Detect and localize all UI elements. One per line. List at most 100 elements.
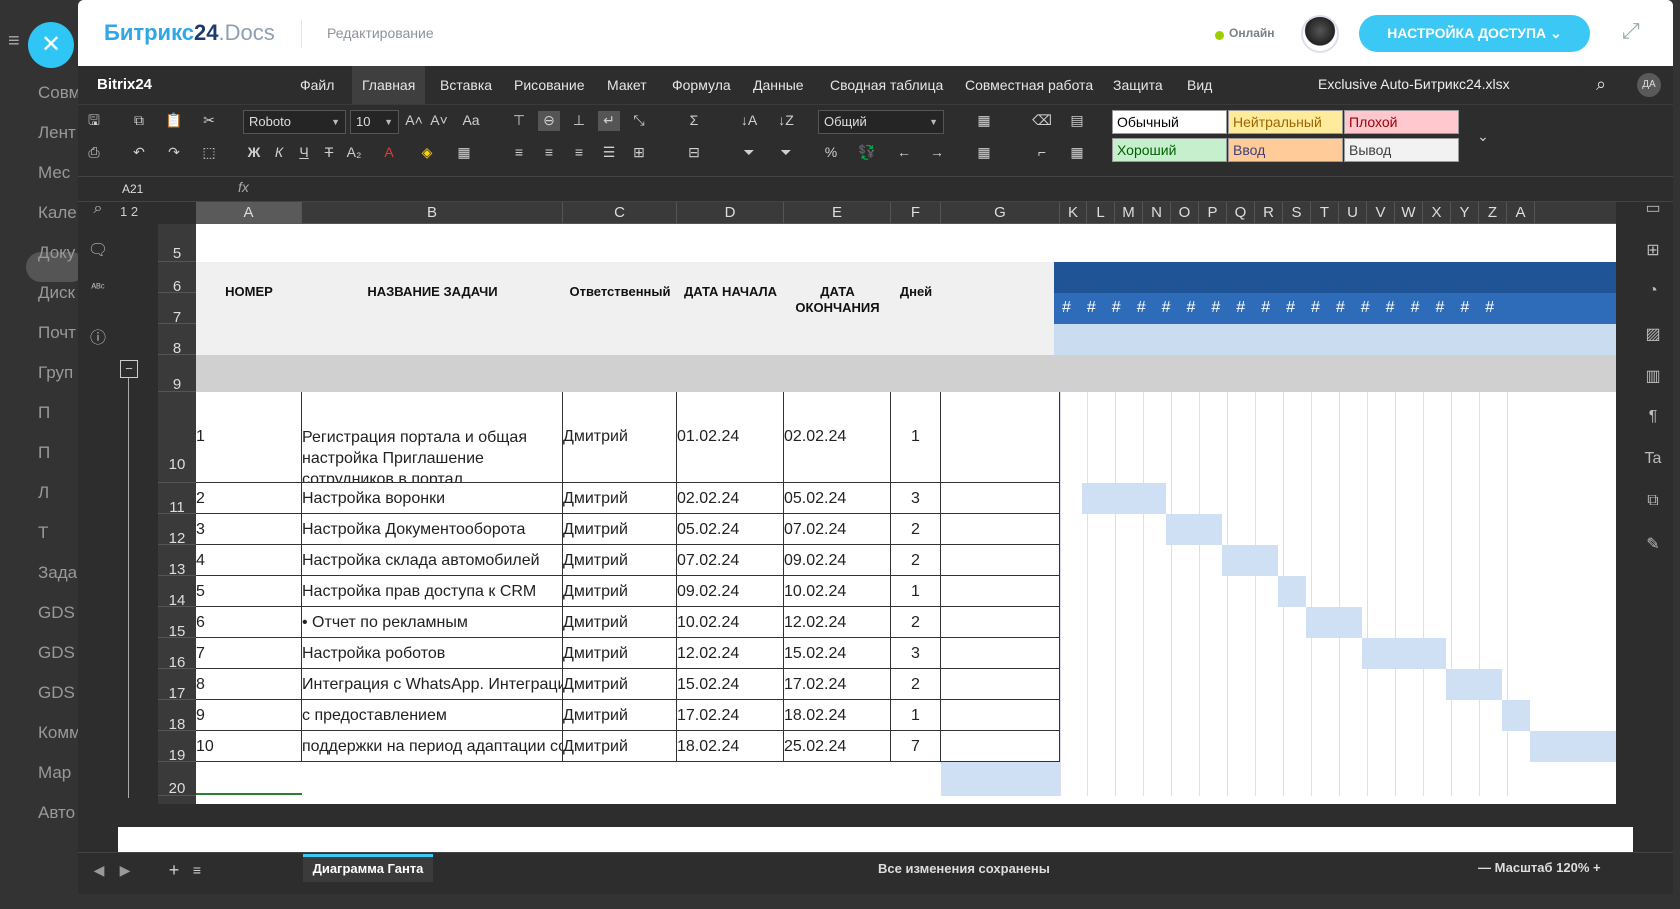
cell-r1-c3[interactable]: Дмитрий <box>563 392 677 483</box>
decrease-decimal-icon[interactable]: ← <box>893 143 915 163</box>
image-settings-icon[interactable]: ▨ <box>1642 324 1664 344</box>
save-icon[interactable]: 🖫 <box>83 111 105 131</box>
sort-desc-icon[interactable]: ↓Z <box>775 111 797 131</box>
column-header-P[interactable]: P <box>1199 202 1227 224</box>
next-sheet-icon[interactable]: ▶ <box>114 861 136 881</box>
cell-r7-g[interactable] <box>941 638 1060 669</box>
decrease-font-icon[interactable]: A˅ <box>428 111 450 131</box>
user-avatar[interactable]: ДА <box>1637 73 1661 97</box>
sheet-grid[interactable]: ################## НОМЕР НАЗВАНИЕ ЗАДАЧИ От… <box>196 224 1616 804</box>
column-header-Q[interactable]: Q <box>1227 202 1255 224</box>
row-header-13[interactable]: 13 <box>158 545 196 578</box>
cell-r5-c5[interactable]: 10.02.24 <box>784 576 891 607</box>
text-orientation-icon[interactable]: ⤡ <box>628 111 650 131</box>
merge-cells-icon[interactable]: ⊞ <box>628 143 650 163</box>
column-header-V[interactable]: V <box>1367 202 1395 224</box>
cell-r1-g[interactable] <box>941 392 1060 483</box>
menu-1[interactable]: Файл <box>290 66 344 104</box>
column-header-A[interactable]: A <box>196 202 302 224</box>
row-header-12[interactable]: 12 <box>158 514 196 547</box>
cell-r8-c6[interactable]: 2 <box>891 669 941 700</box>
cell-reference[interactable]: A21 <box>118 179 233 199</box>
sheet-tab[interactable]: Диаграмма Ганта <box>303 854 433 882</box>
cell-r7-c5[interactable]: 15.02.24 <box>784 638 891 669</box>
column-header-X[interactable]: X <box>1423 202 1451 224</box>
cell-r10-c4[interactable]: 18.02.24 <box>677 731 784 762</box>
align-top-icon[interactable]: ⊤ <box>508 111 530 131</box>
menu-6[interactable]: Формула <box>662 66 741 104</box>
cell-r10-c5[interactable]: 25.02.24 <box>784 731 891 762</box>
cell-r4-g[interactable] <box>941 545 1060 576</box>
row-header-16[interactable]: 16 <box>158 638 196 671</box>
column-header-W[interactable]: W <box>1395 202 1423 224</box>
cell-r7-c4[interactable]: 12.02.24 <box>677 638 784 669</box>
cell-r6-c6[interactable]: 2 <box>891 607 941 638</box>
insert-cells-icon[interactable]: ▦ <box>973 111 995 131</box>
column-header-F[interactable]: F <box>891 202 941 224</box>
column-header-K[interactable]: K <box>1060 202 1087 224</box>
font-color-icon[interactable]: A <box>378 143 400 163</box>
row-header-10[interactable]: 10 <box>158 392 196 483</box>
column-header-U[interactable]: U <box>1339 202 1367 224</box>
cell-r9-c5[interactable]: 18.02.24 <box>784 700 891 731</box>
column-header-T[interactable]: T <box>1311 202 1339 224</box>
wrap-text-icon[interactable]: ↵ <box>598 111 620 131</box>
cell-r5-c6[interactable]: 1 <box>891 576 941 607</box>
cell-r9-c1[interactable]: 9 <box>196 700 302 731</box>
function-icon[interactable]: fx <box>238 179 249 195</box>
menu-3[interactable]: Вставка <box>430 66 502 104</box>
menu-4[interactable]: Рисование <box>504 66 595 104</box>
table-settings-icon[interactable]: ⊞ <box>1642 240 1664 260</box>
menu-11[interactable]: Вид <box>1177 66 1222 104</box>
cell-r4-c1[interactable]: 4 <box>196 545 302 576</box>
align-middle-icon[interactable]: ⊖ <box>538 111 560 131</box>
column-header-S[interactable]: S <box>1283 202 1311 224</box>
cell-r2-c5[interactable]: 05.02.24 <box>784 483 891 514</box>
format-table-icon[interactable]: ▦ <box>1066 143 1088 163</box>
cell-r10-c3[interactable]: Дмитрий <box>563 731 677 762</box>
textart-settings-icon[interactable]: Ta <box>1642 450 1664 468</box>
align-center-icon[interactable]: ≡ <box>538 143 560 163</box>
access-settings-button[interactable]: НАСТРОЙКА ДОСТУПА ⌄ <box>1359 15 1590 52</box>
collapse-group-button[interactable]: − <box>120 360 138 378</box>
column-header-R[interactable]: R <box>1255 202 1283 224</box>
cell-r8-g[interactable] <box>941 669 1060 700</box>
cell-r4-c3[interactable]: Дмитрий <box>563 545 677 576</box>
zoom-control[interactable]: — Масштаб 120% + <box>1478 860 1601 875</box>
cell-r6-c2[interactable]: • Отчет по рекламным <box>302 607 563 638</box>
avatar[interactable] <box>1301 15 1339 53</box>
borders-icon[interactable]: ▦ <box>453 143 475 163</box>
row-header-20[interactable]: 20 <box>158 762 196 797</box>
font-select[interactable]: Roboto ▼ <box>243 110 346 134</box>
cell-r3-c1[interactable]: 3 <box>196 514 302 545</box>
expand-icon[interactable]: ⤢ <box>1622 20 1644 42</box>
clear-icon[interactable]: ⌫ <box>1031 111 1053 131</box>
signature-settings-icon[interactable]: ✎ <box>1642 534 1664 554</box>
conditional-format-icon[interactable]: ▤ <box>1066 111 1088 131</box>
subscript-icon[interactable]: A₂ <box>343 143 365 163</box>
copy-icon[interactable]: ⧉ <box>128 111 150 131</box>
sheet-list-icon[interactable]: ≡ <box>186 861 208 881</box>
number-format-select[interactable]: Общий ▼ <box>818 110 944 134</box>
add-sheet-icon[interactable]: + <box>163 861 185 881</box>
cut-icon[interactable]: ✂ <box>198 111 220 131</box>
cell-r10-c6[interactable]: 7 <box>891 731 941 762</box>
cell-r7-c2[interactable]: Настройка роботов <box>302 638 563 669</box>
pivot-settings-icon[interactable]: ⧉ <box>1642 492 1664 510</box>
menu-2[interactable]: Главная <box>352 66 426 104</box>
delete-cells-icon[interactable]: ▦ <box>973 143 995 163</box>
row-header-5[interactable]: 5 <box>158 224 196 262</box>
cell-r4-c2[interactable]: Настройка склада автомобилей <box>302 545 563 576</box>
clear-filter-icon[interactable]: ⏷ <box>775 143 797 163</box>
cell-r9-c2[interactable]: с предоставлением <box>302 700 563 731</box>
cell-r1-c1[interactable]: 1 <box>196 392 302 483</box>
cell-style-3[interactable]: Плохой <box>1344 110 1459 134</box>
cell-r6-g[interactable] <box>941 607 1060 638</box>
row-header-14[interactable]: 14 <box>158 576 196 609</box>
fill-color-icon[interactable]: ◈ <box>416 143 438 163</box>
cell-style-2[interactable]: Нейтральный <box>1228 110 1343 134</box>
cell-style-6[interactable]: Вывод <box>1344 138 1459 162</box>
column-header-M[interactable]: M <box>1115 202 1143 224</box>
styles-expand-icon[interactable]: ⌄ <box>1468 127 1498 147</box>
named-range-icon[interactable]: ⊟ <box>683 143 705 163</box>
